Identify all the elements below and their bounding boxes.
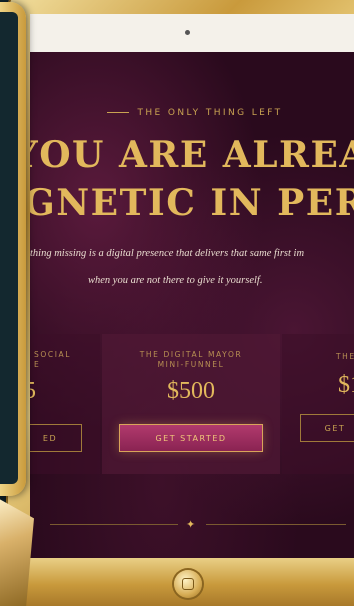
card-left-title-1: SOCIAL	[34, 350, 72, 359]
eyebrow-line	[107, 112, 130, 113]
eyebrow-text: THE ONLY THING LEFT	[137, 108, 283, 118]
tablet-top-bezel	[30, 14, 354, 52]
headline-line-2: GNETIC IN PERSO	[30, 182, 354, 224]
card-right-price: $1	[338, 372, 354, 398]
card-middle-price: $500	[167, 378, 215, 404]
subtext-line-2: when you are not there to give it yourse…	[88, 275, 263, 286]
card-middle-title-1: THE DIGITAL MAYOR	[139, 350, 243, 359]
divider-left	[50, 524, 178, 525]
card-right-title: THE	[336, 352, 354, 361]
pricing-card-middle: THE DIGITAL MAYOR MINI-FUNNEL $500 GET S…	[102, 334, 280, 474]
sparkle-icon: ✦	[186, 518, 196, 531]
pricing-card-right: THE $1 GET	[282, 334, 354, 474]
card-right-button[interactable]: GET	[300, 414, 354, 442]
scene: THE ONLY THING LEFT YOU ARE ALREADY GNET…	[0, 0, 354, 606]
camera-icon	[185, 30, 190, 35]
divider-right	[206, 524, 346, 525]
card-middle-title-2: MINI-FUNNEL	[157, 360, 225, 369]
foreground-tablet-screen	[0, 12, 18, 484]
headline-line-1: YOU ARE ALREADY	[30, 134, 354, 176]
website-screen: THE ONLY THING LEFT YOU ARE ALREADY GNET…	[30, 52, 354, 558]
card-left-price: 5	[30, 378, 36, 404]
pricing-card-left: SOCIAL E 5 ED	[30, 334, 100, 474]
hero-eyebrow: THE ONLY THING LEFT	[30, 108, 354, 118]
get-started-button[interactable]: GET STARTED	[119, 424, 263, 452]
card-left-button[interactable]: ED	[30, 424, 82, 452]
subtext-line-1: thing missing is a digital presence that…	[30, 248, 305, 259]
home-button[interactable]	[174, 570, 202, 598]
card-left-title-2: E	[34, 360, 41, 369]
